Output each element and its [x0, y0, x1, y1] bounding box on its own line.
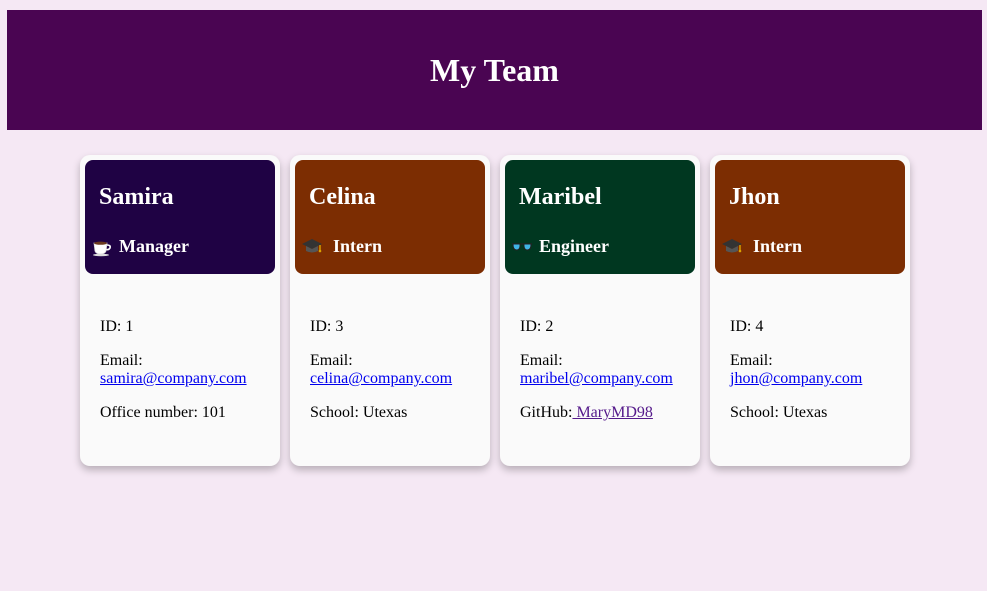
- email-label: Email:: [100, 352, 143, 369]
- email-link[interactable]: jhon@company.com: [730, 370, 862, 387]
- employee-role-label: Engineer: [539, 235, 609, 256]
- email-link[interactable]: celina@company.com: [310, 370, 452, 387]
- page-title: My Team: [430, 51, 559, 88]
- coffee-cup-icon: [91, 235, 113, 257]
- employee-name: Jhon: [729, 184, 780, 210]
- employee-name: Celina: [309, 184, 376, 210]
- card-header: Celina Intern: [295, 160, 485, 274]
- github-link[interactable]: MaryMD98: [572, 404, 652, 421]
- team-card-jhon: Jhon Intern ID: 4 Email: jhon@company.co…: [710, 155, 910, 466]
- office-number: Office number: 101: [100, 404, 226, 421]
- school: School: Utexas: [730, 404, 828, 421]
- email-link[interactable]: maribel@company.com: [520, 370, 673, 387]
- employee-role: Intern: [301, 235, 382, 257]
- employee-id: ID: 1: [100, 318, 134, 335]
- email-link[interactable]: samira@company.com: [100, 370, 247, 387]
- employee-role: Manager: [91, 235, 189, 257]
- employee-email-row: Email: samira@company.com: [100, 352, 270, 388]
- email-label: Email:: [520, 352, 563, 369]
- page-header: My Team: [7, 10, 982, 130]
- employee-email-row: Email: jhon@company.com: [730, 352, 900, 388]
- employee-role: Intern: [721, 235, 802, 257]
- employee-id: ID: 3: [310, 318, 344, 335]
- team-card-celina: Celina Intern ID: 3 Email: celina@compan…: [290, 155, 490, 466]
- team-card-maribel: Maribel Engineer ID: 2 Email: maribel@co…: [500, 155, 700, 466]
- employee-name: Maribel: [519, 184, 602, 210]
- card-body: ID: 3 Email: celina@company.com School: …: [310, 318, 480, 438]
- graduation-cap-icon: [721, 235, 743, 257]
- employee-role-label: Manager: [119, 235, 189, 256]
- card-body: ID: 4 Email: jhon@company.com School: Ut…: [730, 318, 900, 438]
- employee-name: Samira: [99, 184, 174, 210]
- graduation-cap-icon: [301, 235, 323, 257]
- school: School: Utexas: [310, 404, 408, 421]
- employee-role-label: Intern: [333, 235, 382, 256]
- employee-email-row: Email: celina@company.com: [310, 352, 480, 388]
- employee-email-row: Email: maribel@company.com: [520, 352, 690, 388]
- glasses-icon: [511, 235, 533, 257]
- employee-id: ID: 2: [520, 318, 554, 335]
- email-label: Email:: [310, 352, 353, 369]
- github-label: GitHub:: [520, 404, 573, 421]
- card-body: ID: 1 Email: samira@company.com Office n…: [100, 318, 270, 438]
- email-label: Email:: [730, 352, 773, 369]
- github-row: GitHub: MaryMD98: [520, 404, 690, 422]
- team-card-samira: Samira Manager ID: 1 Email: samira@compa…: [80, 155, 280, 466]
- employee-role: Engineer: [511, 235, 609, 257]
- card-header: Jhon Intern: [715, 160, 905, 274]
- employee-role-label: Intern: [753, 235, 802, 256]
- card-header: Samira Manager: [85, 160, 275, 274]
- card-body: ID: 2 Email: maribel@company.com GitHub:…: [520, 318, 690, 438]
- employee-id: ID: 4: [730, 318, 764, 335]
- team-cards: Samira Manager ID: 1 Email: samira@compa…: [80, 155, 910, 466]
- card-header: Maribel Engineer: [505, 160, 695, 274]
